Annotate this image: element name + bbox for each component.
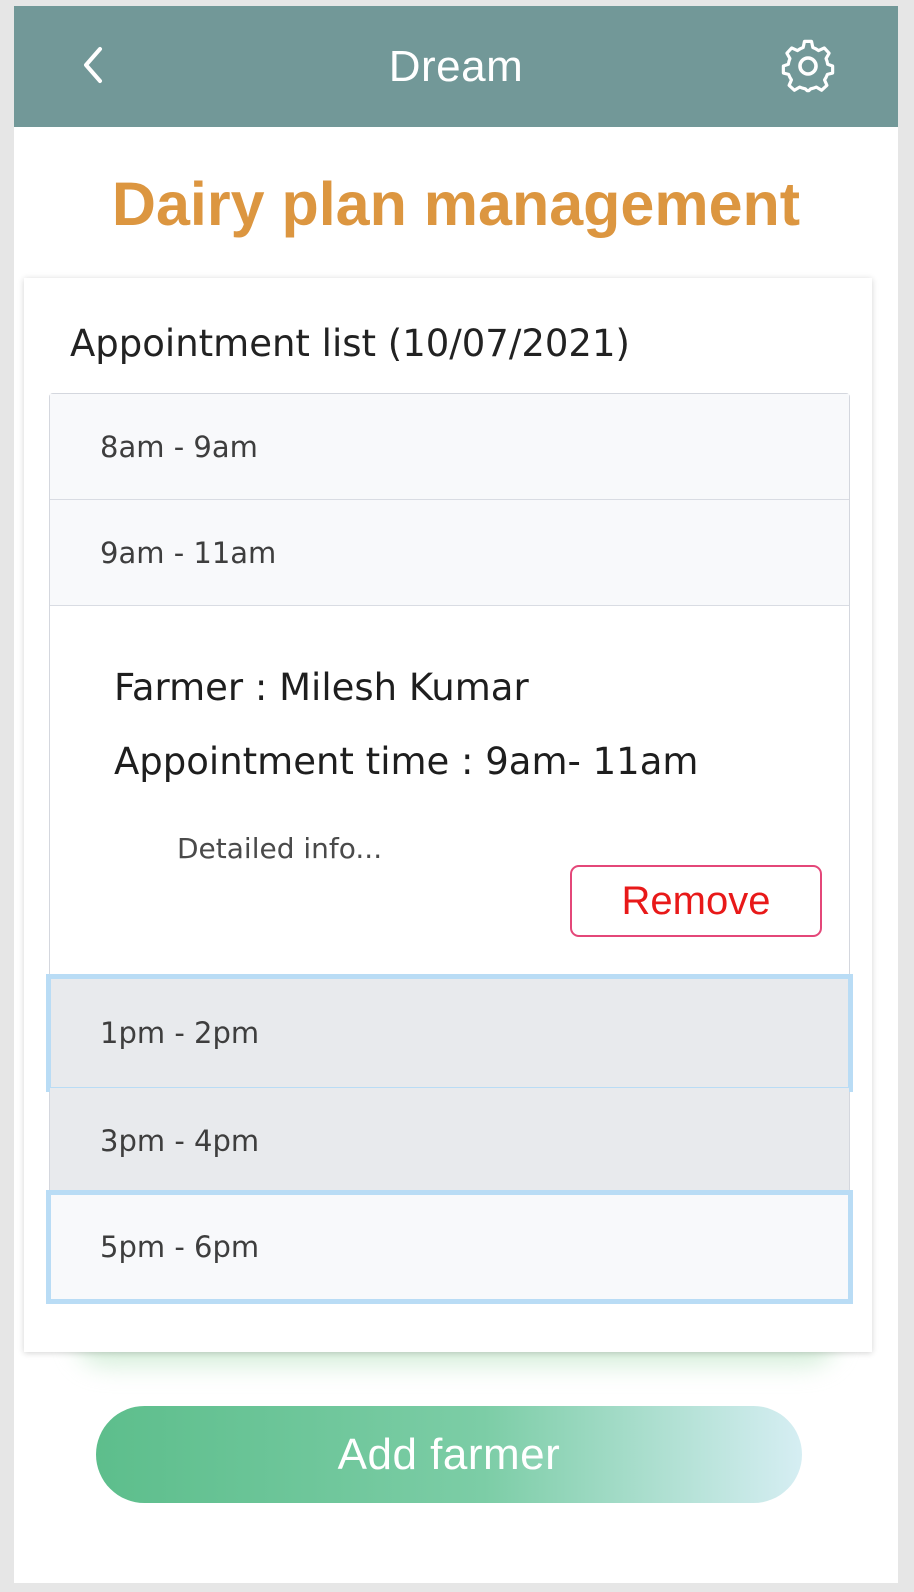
app-header: Dream <box>14 6 898 127</box>
time-slot-8am-9am[interactable]: 8am - 9am <box>50 394 849 500</box>
time-slot-label: 8am - 9am <box>100 429 258 464</box>
time-slot-label: 5pm - 6pm <box>100 1230 260 1264</box>
time-slot-label: 3pm - 4pm <box>100 1123 260 1158</box>
gear-icon <box>778 36 838 101</box>
appointment-card: Appointment list (10/07/2021) 8am - 9am … <box>24 278 872 1352</box>
appointment-list: 8am - 9am 9am - 11am Farmer : Milesh Kum… <box>46 393 853 1304</box>
time-slot-5pm-6pm[interactable]: 5pm - 6pm <box>46 1190 853 1304</box>
page-title: Dairy plan management <box>111 170 801 238</box>
appointment-details-panel: Farmer : Milesh Kumar Appointment time :… <box>50 606 849 978</box>
back-button[interactable] <box>70 42 116 92</box>
time-slot-9am-11am[interactable]: 9am - 11am <box>50 500 849 606</box>
appointment-time: Appointment time : 9am- 11am <box>114 740 699 783</box>
add-farmer-button[interactable]: Add farmer <box>96 1406 802 1503</box>
app-screen: Dream Dairy plan management Appointment … <box>14 6 898 1583</box>
time-slot-3pm-4pm[interactable]: 3pm - 4pm <box>50 1088 849 1194</box>
time-slot-label: 9am - 11am <box>100 535 277 570</box>
settings-button[interactable] <box>778 38 838 98</box>
farmer-name: Farmer : Milesh Kumar <box>114 666 529 709</box>
chevron-left-icon <box>80 45 106 90</box>
app-title: Dream <box>388 42 524 91</box>
remove-button[interactable]: Remove <box>570 865 822 937</box>
time-slot-label: 1pm - 2pm <box>100 1015 260 1050</box>
time-slot-1pm-2pm[interactable]: 1pm - 2pm <box>46 974 853 1092</box>
detailed-info-link[interactable]: Detailed info... <box>177 832 382 865</box>
appointment-list-title: Appointment list (10/07/2021) <box>70 322 630 365</box>
